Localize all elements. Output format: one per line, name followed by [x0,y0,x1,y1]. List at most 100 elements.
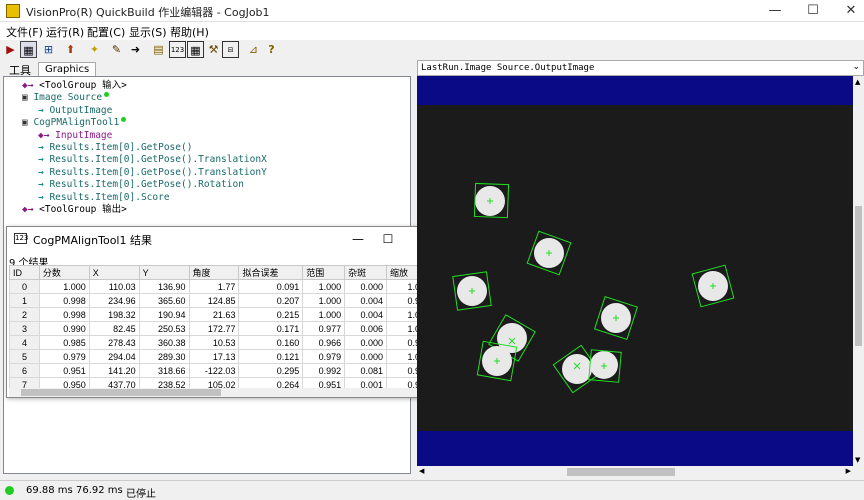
table-cell: 0.004 [344,307,388,322]
status-state: 已停止 [126,489,156,500]
table-cell: 1.000 [302,293,346,308]
part-3[interactable] [691,264,735,308]
scroll-thumb[interactable] [855,206,862,346]
run-icon[interactable]: ▶ [2,41,19,58]
table-cell: 0.091 [238,279,304,294]
table-cell: 6 [9,363,40,378]
dialog-minimize-button[interactable]: — [343,230,373,248]
grid-icon[interactable]: ▦ [187,41,204,58]
table-row[interactable]: 40.985278.43360.3810.530.1600.9660.0000.… [9,335,429,350]
table-row[interactable]: 6 0.951 141.20 318.66 -122.03 0.295 0.992 0.081… [9,363,429,378]
part-0[interactable] [473,182,510,219]
table-cell: 360.38 [138,335,190,350]
menu-run[interactable]: 运行(R) [46,24,84,40]
part-2[interactable] [452,271,492,311]
table-cell: 0.160 [238,335,304,350]
grid-horizontal-scrollbar[interactable] [9,388,429,397]
table-cell: 0.000 [344,349,388,364]
tab-tools[interactable]: 工具 [2,60,38,77]
table-row[interactable]: 10.998234.96365.60124.850.2071.0000.0040… [9,293,429,308]
column-header[interactable]: 分数 [38,265,90,280]
table-row[interactable]: 70.950437.70238.52105.020.2640.9510.0010… [9,377,429,388]
table-row[interactable]: 20.998198.32190.9421.630.2151.0000.0041.… [9,307,429,322]
menu-view[interactable]: 显示(S) [129,24,167,40]
table-cell: 7 [9,377,40,388]
close-button[interactable]: ✕ [828,0,864,22]
show-results-icon[interactable]: ▦ [20,41,37,58]
tree-node-label: Results.Item[0].GetPose().Rotation [49,179,244,191]
table-cell: 21.63 [188,307,240,322]
column-header[interactable]: 范围 [302,265,346,280]
tree-node[interactable]: → Results.Item[0].Score [38,192,170,204]
table-cell: 318.66 [138,363,190,378]
image-vertical-scrollbar[interactable]: ▲ ▼ [853,76,864,466]
tree-node[interactable]: → Results.Item[0].GetPose() [38,142,192,154]
tree-node[interactable]: ◆→ <ToolGroup 输出> [22,204,127,216]
column-header[interactable]: 杂斑 [344,265,388,280]
tree-node[interactable]: ▣ CogPMAlignTool1 [22,117,127,129]
table-cell: 0.295 [238,363,304,378]
output-arrow-icon: → [38,179,50,191]
table-row[interactable]: 01.000110.03136.901.770.0911.0000.0001.0… [9,279,429,294]
table-cell: 172.77 [188,321,240,336]
scroll-up-icon[interactable]: ▲ [855,78,860,86]
counter-icon[interactable]: 123 [169,41,186,58]
results-table: ID 分数 X Y 角度 拟合误差 范围 杂斑 缩放 0 1.000 110.03 136.90 1.77… [9,265,429,388]
notes-icon[interactable]: ▤ [150,41,167,58]
part-8[interactable] [588,349,622,383]
tree-node[interactable]: ◆→ InputImage [38,130,112,142]
tree-node-label: <ToolGroup 输入> [39,80,127,91]
arrow-tool-icon[interactable]: ➜ [127,41,144,58]
image-horizontal-scrollbar[interactable]: ◀ ▶ [417,466,853,478]
tree-node[interactable]: ◆→ <ToolGroup 输入> [22,80,127,92]
image-source-icon[interactable]: ⊞ [40,41,57,58]
scroll-down-icon[interactable]: ▼ [855,456,860,464]
tree-node-label: OutputImage [49,104,113,116]
table-row[interactable]: 30.99082.45250.53172.770.1710.9770.0061.… [9,321,429,336]
column-header[interactable]: X [88,265,140,280]
column-header[interactable]: ID [9,265,40,280]
scroll-left-icon[interactable]: ◀ [419,467,424,475]
table-cell: 365.60 [138,293,190,308]
scroll-right-icon[interactable]: ▶ [846,467,851,475]
wrench-icon[interactable]: ⚒ [205,41,222,58]
results-grid: ID 分数 X Y 角度 拟合误差 范围 杂斑 缩放 0 1.000 110.03 136.90 1.77… [9,265,429,388]
tool-icon[interactable]: ⬆ [62,41,79,58]
tree-node[interactable]: ▣ Image Source [22,92,110,104]
table-cell: 0.990 [38,321,90,336]
tree-node[interactable]: → Results.Item[0].GetPose().Rotation [38,179,244,191]
status-indicator [5,486,14,495]
tree-node[interactable]: → Results.Item[0].GetPose().TranslationX [38,154,267,166]
title-bar: VisionPro(R) QuickBuild 作业编辑器 - CogJob1 … [0,0,864,22]
scroll-thumb[interactable] [567,468,675,476]
tree-node[interactable]: → OutputImage [38,105,112,117]
table-row[interactable]: 50.979294.04289.3017.130.1210.9790.0001.… [9,349,429,364]
main-window: VisionPro(R) QuickBuild 作业编辑器 - CogJob1 … [0,0,864,500]
brush-icon[interactable]: ✎ [108,41,125,58]
ruler-icon[interactable]: ⊿ [245,41,262,58]
dialog-maximize-button[interactable]: ☐ [373,230,403,248]
tree-node-label: Image Source [33,92,103,104]
image-source-selector[interactable]: LastRun.Image Source.OutputImage ⌄ [417,60,864,76]
menu-help[interactable]: 帮助(H) [170,24,209,40]
scroll-thumb[interactable] [21,389,221,396]
camera-image [417,105,853,431]
chevron-down-icon[interactable]: ⌄ [852,62,860,72]
menu-file[interactable]: 文件(F) [6,24,43,40]
help-icon[interactable]: ? [263,41,280,58]
column-header[interactable]: 拟合误差 [238,265,304,280]
image-display[interactable] [417,76,853,466]
column-header[interactable]: 角度 [188,265,240,280]
data-icon[interactable]: ⊟ [222,41,239,58]
part-4[interactable] [593,295,639,341]
table-cell: 250.53 [138,321,190,336]
tree-node-label: Results.Item[0].GetPose() [49,142,193,153]
wand-icon[interactable]: ✦ [86,41,103,58]
menu-config[interactable]: 配置(C) [87,24,125,40]
part-1[interactable] [526,230,572,276]
table-cell: 0.000 [344,279,388,294]
table-cell: 0.006 [344,321,388,336]
tree-node[interactable]: → Results.Item[0].GetPose().TranslationY [38,167,267,179]
column-header[interactable]: Y [138,265,190,280]
table-cell: 1.000 [38,279,90,294]
